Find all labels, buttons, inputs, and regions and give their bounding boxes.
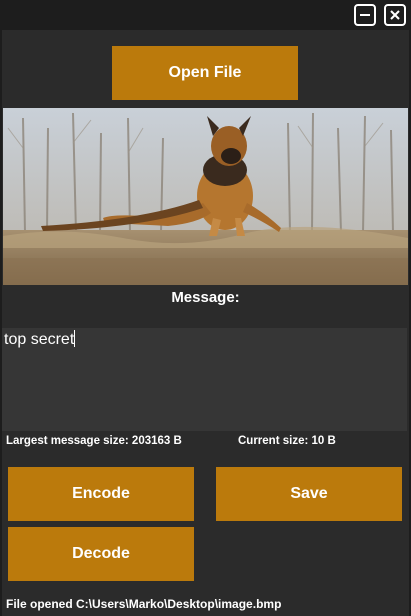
- close-icon: [390, 10, 400, 20]
- message-textarea[interactable]: top secret: [2, 328, 407, 431]
- open-file-button[interactable]: Open File: [112, 46, 298, 100]
- current-size-label: Current size: 10 B: [238, 435, 336, 447]
- dog-image: [3, 108, 408, 285]
- title-bar: [0, 0, 411, 30]
- text-caret: [74, 330, 76, 347]
- minimize-icon: [360, 14, 370, 16]
- close-button[interactable]: [384, 4, 406, 26]
- save-button[interactable]: Save: [216, 467, 402, 521]
- message-label: Message:: [171, 289, 240, 306]
- image-preview: [3, 108, 408, 285]
- minimize-button[interactable]: [354, 4, 376, 26]
- message-text: top secret: [4, 331, 75, 348]
- largest-size-label: Largest message size: 203163 B: [6, 435, 182, 447]
- decode-button[interactable]: Decode: [8, 527, 194, 581]
- status-bar: File opened C:\Users\Marko\Desktop\image…: [6, 597, 282, 611]
- encode-button[interactable]: Encode: [8, 467, 194, 521]
